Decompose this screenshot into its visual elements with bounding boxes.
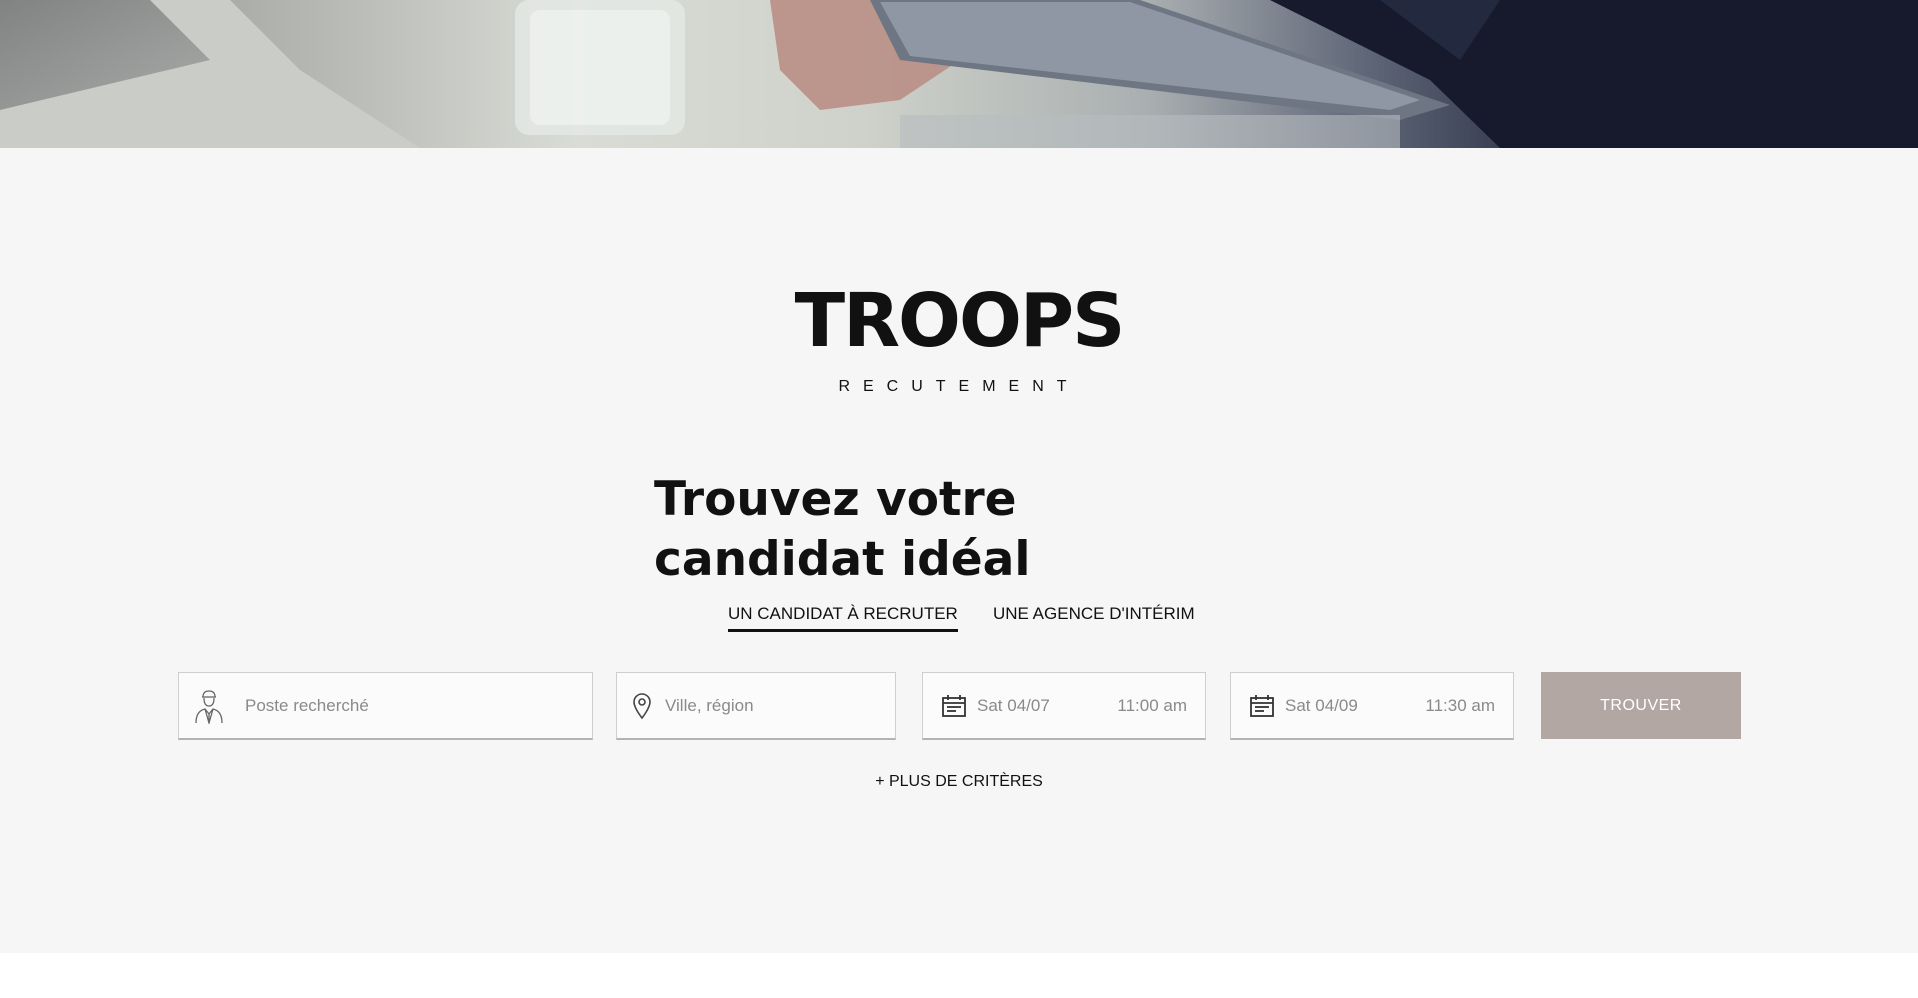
start-date: Sat 04/07: [977, 695, 1050, 715]
hero-banner-image: [0, 0, 1918, 148]
hero-photo: [0, 0, 1918, 148]
ville-input[interactable]: Ville, région: [616, 672, 896, 740]
page-title: Trouvez votre candidat idéal: [654, 472, 1031, 587]
end-date: Sat 04/09: [1285, 695, 1358, 715]
ville-placeholder: Ville, région: [665, 695, 754, 715]
brand-tagline: RECUTEMENT: [838, 378, 1080, 395]
tab-agence-interim[interactable]: UNE AGENCE D'INTÉRIM: [993, 602, 1195, 632]
end-datetime-field[interactable]: Sat 04/09 11:30 am: [1230, 672, 1514, 740]
search-type-tabs: UN CANDIDAT À RECRUTER UNE AGENCE D'INTÉ…: [0, 602, 1918, 632]
calendar-icon: [1249, 694, 1275, 718]
person-icon: [193, 688, 225, 724]
location-pin-icon: [631, 692, 653, 720]
start-time: 11:00 am: [1117, 695, 1187, 715]
more-criteria-link[interactable]: + PLUS DE CRITÈRES: [0, 773, 1918, 791]
poste-input[interactable]: Poste recherché: [178, 672, 593, 740]
brand-logo[interactable]: TROOPS: [0, 276, 1918, 366]
calendar-icon: [941, 694, 967, 718]
poste-placeholder: Poste recherché: [245, 695, 369, 715]
trouver-button[interactable]: TROUVER: [1541, 672, 1741, 739]
start-datetime-field[interactable]: Sat 04/07 11:00 am: [922, 672, 1206, 740]
end-time: 11:30 am: [1425, 695, 1495, 715]
tab-candidat[interactable]: UN CANDIDAT À RECRUTER: [728, 602, 958, 632]
